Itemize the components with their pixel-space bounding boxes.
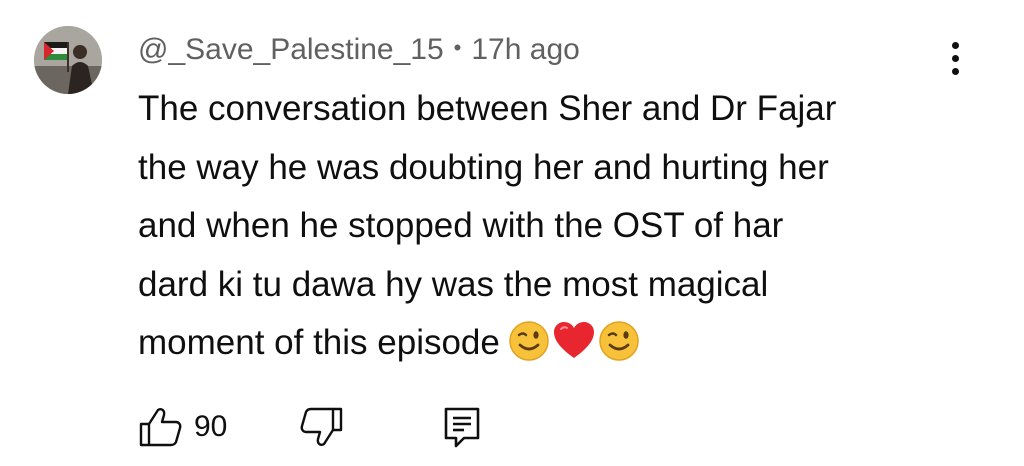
comment-timestamp[interactable]: 17h ago: [471, 33, 579, 67]
author-name[interactable]: @_Save_Palestine_15: [138, 33, 444, 67]
meta-separator: •: [453, 35, 462, 60]
reply-comment-icon: [444, 407, 480, 448]
comment-line: the way he was doubting her and hurting …: [138, 147, 829, 187]
comment-line: moment of this episode: [138, 323, 500, 362]
like-count: 90: [194, 410, 228, 443]
winking-face-icon: [599, 321, 639, 361]
like-button[interactable]: [138, 406, 184, 448]
thumbs-down-icon: [300, 407, 343, 446]
avatar[interactable]: [34, 26, 102, 94]
comment-meta: @_Save_Palestine_15 • 17h ago: [138, 30, 580, 70]
avatar-image: [34, 26, 102, 94]
comment-line: dard ki tu dawa hy was the most magical: [138, 264, 769, 304]
dislike-button[interactable]: [298, 406, 344, 448]
red-heart-icon: [553, 322, 594, 358]
more-options-button[interactable]: [944, 40, 968, 78]
comment-line: The conversation between Sher and Dr Faj…: [138, 89, 837, 128]
emoji-row: [508, 320, 642, 381]
reply-button[interactable]: [442, 406, 482, 448]
comment-text: The conversation between Sher and Dr Faj…: [138, 80, 958, 381]
comment-line: and when he stopped with the OST of har: [138, 206, 784, 245]
thumbs-up-icon: [139, 408, 182, 447]
winking-face-icon: [509, 321, 549, 361]
